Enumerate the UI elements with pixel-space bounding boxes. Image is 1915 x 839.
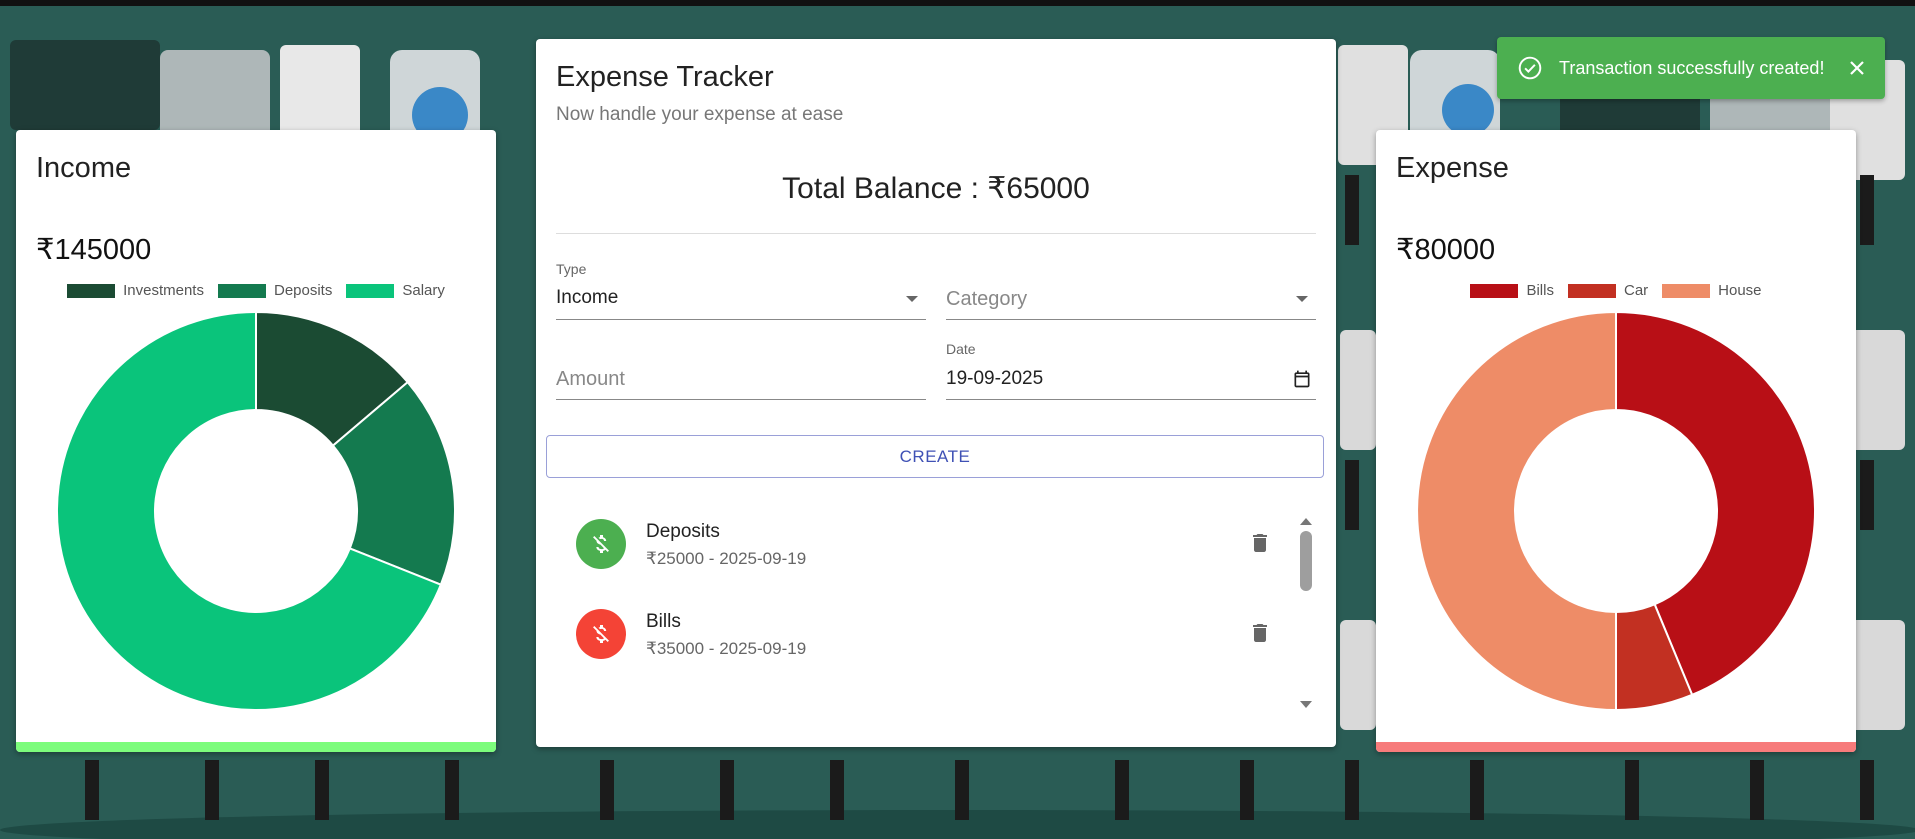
legend-item-deposits[interactable]: Deposits: [217, 282, 333, 299]
legend-label: Investments: [123, 282, 204, 299]
avatar: [576, 609, 626, 659]
amount-placeholder: Amount: [556, 368, 625, 390]
legend-label: Deposits: [273, 282, 333, 299]
legend-swatch: [1470, 283, 1519, 298]
income-amount: ₹145000: [36, 234, 152, 266]
amount-input[interactable]: Amount: [556, 341, 926, 400]
chevron-down-icon: [906, 296, 918, 302]
total-balance: Total Balance : ₹65000: [782, 172, 1090, 205]
transaction-list: Deposits ₹25000 - 2025-09-19 Bills ₹3500…: [536, 519, 1306, 737]
expense-donut-chart: [1416, 310, 1816, 712]
tracker-subtitle: Now handle your expense at ease: [556, 104, 844, 125]
legend-item-salary[interactable]: Salary: [346, 282, 445, 299]
legend-swatch: [217, 283, 266, 298]
delete-icon[interactable]: [1248, 619, 1272, 647]
date-input[interactable]: Date 19-09-2025: [946, 341, 1316, 400]
expense-title: Expense: [1396, 152, 1509, 184]
scroll-down-arrow-icon: [1300, 701, 1312, 708]
legend-label: Bills: [1526, 282, 1554, 299]
type-value: Income: [556, 287, 619, 308]
delete-icon[interactable]: [1248, 529, 1272, 557]
type-select[interactable]: Type Income: [556, 261, 926, 320]
avatar: [576, 519, 626, 569]
legend-swatch: [67, 283, 116, 298]
legend-label: House: [1718, 282, 1762, 299]
legend-swatch: [1662, 283, 1711, 298]
type-label: Type: [556, 261, 587, 277]
legend-item-car[interactable]: Car: [1567, 282, 1649, 299]
legend-label: Salary: [402, 282, 445, 299]
list-scrollbar[interactable]: [1294, 515, 1318, 735]
expense-bottom-bar: [1376, 742, 1856, 752]
legend-item-bills[interactable]: Bills: [1470, 282, 1554, 299]
transaction-title: Deposits: [646, 521, 720, 542]
list-item[interactable]: Bills ₹35000 - 2025-09-19: [536, 609, 1276, 689]
create-button[interactable]: CREATE: [546, 435, 1324, 478]
expense-amount: ₹80000: [1396, 234, 1496, 266]
check-circle-icon: [1518, 56, 1542, 80]
close-icon[interactable]: [1845, 56, 1869, 80]
income-title: Income: [36, 152, 132, 184]
scroll-up-arrow-icon: [1300, 518, 1312, 525]
category-placeholder: Category: [946, 288, 1028, 310]
divider: [556, 233, 1316, 234]
expense-tracker-card: Expense Tracker Now handle your expense …: [536, 39, 1336, 747]
tracker-title: Expense Tracker: [556, 61, 774, 93]
income-card: Income ₹145000 Investments Deposits Sala…: [16, 130, 496, 752]
calendar-icon[interactable]: [1292, 369, 1312, 389]
legend-swatch: [346, 283, 395, 298]
category-select[interactable]: Category: [946, 261, 1316, 320]
transaction-title: Bills: [646, 611, 681, 632]
money-off-icon: [593, 535, 609, 553]
legend-item-investments[interactable]: Investments: [67, 282, 204, 299]
chevron-down-icon: [1296, 296, 1308, 302]
success-toast: Transaction successfully created!: [1497, 37, 1885, 99]
date-value: 19-09-2025: [946, 368, 1044, 389]
legend-label: Car: [1623, 282, 1649, 299]
transaction-subtitle: ₹25000 - 2025-09-19: [646, 549, 807, 568]
expense-legend: Bills Car House: [1376, 282, 1856, 299]
income-donut-chart: [56, 310, 456, 711]
list-item[interactable]: Deposits ₹25000 - 2025-09-19: [536, 519, 1276, 599]
expense-card: Expense ₹80000 Bills Car House: [1376, 130, 1856, 752]
income-legend: Investments Deposits Salary: [16, 282, 496, 299]
legend-item-house[interactable]: House: [1662, 282, 1762, 299]
scroll-thumb: [1300, 531, 1312, 591]
transaction-subtitle: ₹35000 - 2025-09-19: [646, 639, 807, 658]
donut-slice-house[interactable]: [1416, 310, 1617, 712]
money-off-icon: [593, 625, 609, 643]
toast-message: Transaction successfully created!: [1559, 57, 1825, 78]
income-bottom-bar: [16, 742, 496, 752]
legend-swatch: [1567, 283, 1616, 298]
date-label: Date: [946, 341, 976, 357]
